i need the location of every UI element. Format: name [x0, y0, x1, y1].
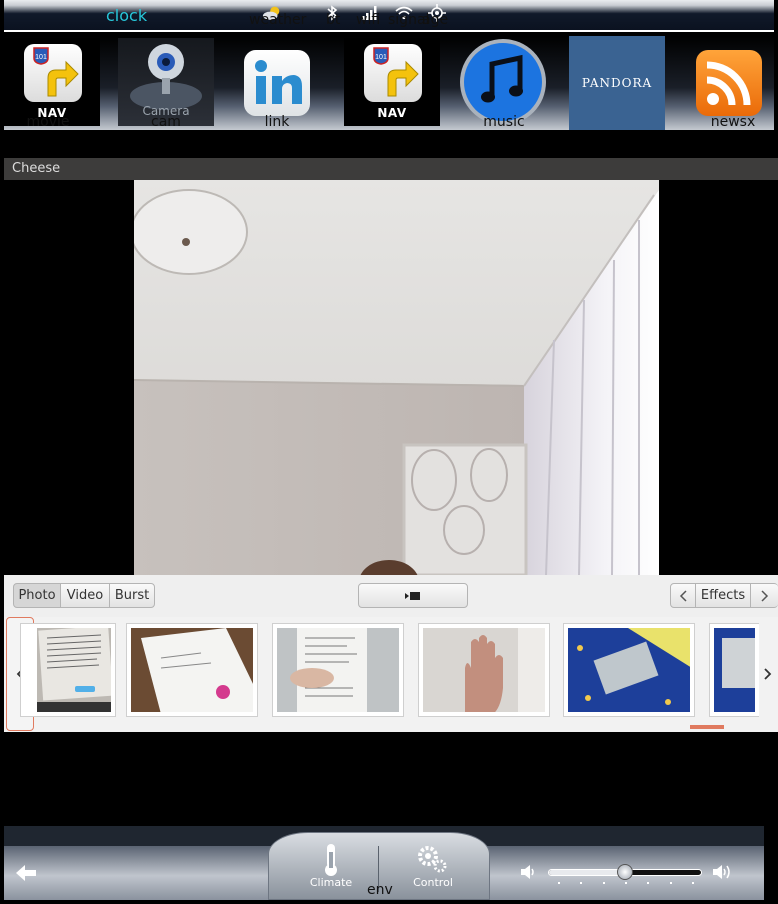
- take-photo-button[interactable]: [358, 583, 468, 608]
- volume-down-icon[interactable]: [520, 864, 536, 884]
- wifi-label: wifi: [356, 12, 381, 28]
- app-tile: 101 NAV: [344, 38, 440, 126]
- thumbnail-image: [714, 628, 755, 712]
- volume-fill: [549, 870, 626, 875]
- linkedin-icon: [244, 50, 310, 116]
- navigation-icon: 101: [24, 44, 82, 102]
- thumbnail-strip: [4, 617, 778, 732]
- back-button[interactable]: [14, 862, 40, 884]
- screen: clock weather bt wifi signal age 101 NAV…: [0, 0, 778, 904]
- thumbnail-item[interactable]: [418, 623, 550, 717]
- gps-label: age: [422, 12, 449, 28]
- app-nav-movie[interactable]: 101 NAV movie: [4, 38, 100, 130]
- app-pandora[interactable]: PANDORA: [569, 36, 665, 130]
- nav-tile-text: NAV: [377, 106, 407, 120]
- climate-button[interactable]: Climate: [300, 842, 362, 894]
- camera-shutter-icon: [405, 591, 420, 600]
- mode-photo-button[interactable]: Photo: [13, 583, 61, 608]
- volume-ticks: [548, 882, 704, 886]
- app-label-cam: cam: [151, 114, 181, 130]
- effects-prev-button[interactable]: [670, 583, 696, 608]
- window-title: Cheese: [12, 161, 61, 176]
- control-label: Control: [413, 876, 453, 889]
- bt-label: bt: [326, 12, 341, 28]
- app-tile: 101 NAV: [4, 38, 100, 126]
- climate-label: Climate: [309, 876, 353, 889]
- thumbnail-image: [277, 628, 399, 712]
- pandora-logo-text: PANDORA: [581, 76, 653, 90]
- weather-label: weather: [249, 12, 307, 28]
- thumbnail-image: [37, 628, 111, 712]
- thumbnail-image: [423, 628, 545, 712]
- app-linkedin[interactable]: link: [240, 38, 326, 130]
- thumbs-scroll-right-button[interactable]: [758, 617, 778, 731]
- thumbnail-item[interactable]: [126, 623, 258, 717]
- thumbnail-item[interactable]: [272, 623, 404, 717]
- thermometer-icon: [325, 844, 337, 876]
- effects-next-button[interactable]: [750, 583, 778, 608]
- mode-burst-button[interactable]: Burst: [109, 583, 155, 608]
- volume-knob[interactable]: [617, 864, 633, 880]
- control-button[interactable]: Control: [402, 842, 464, 894]
- app-nav[interactable]: 101 NAV: [344, 38, 440, 128]
- volume-up-icon[interactable]: [712, 863, 734, 885]
- app-label-music: music: [483, 114, 525, 130]
- capture-toolbar: Photo Video Burst Effects: [4, 575, 778, 617]
- app-camera[interactable]: Camera cam: [118, 38, 214, 130]
- thumbnail-item[interactable]: [20, 623, 116, 717]
- effects-button[interactable]: Effects: [695, 583, 751, 608]
- volume-slider[interactable]: [548, 864, 704, 880]
- mode-video-button[interactable]: Video: [60, 583, 110, 608]
- back-arrow-icon: [16, 865, 36, 881]
- camera-preview-image: [134, 180, 659, 575]
- thumbnail-image: [568, 628, 690, 712]
- app-launcher: 101 NAV movie Camera cam link 101 NAV mu…: [4, 36, 774, 130]
- svg-text:101: 101: [375, 54, 387, 61]
- app-news[interactable]: newsx: [694, 38, 772, 130]
- app-tile: Camera: [118, 38, 214, 126]
- status-bar: clock weather bt wifi signal age: [4, 0, 774, 32]
- app-label-link: link: [264, 114, 290, 130]
- app-music[interactable]: music: [458, 38, 550, 130]
- chevron-right-icon: [760, 589, 768, 602]
- thumbnail-item[interactable]: [563, 623, 695, 717]
- gears-icon: [418, 846, 447, 873]
- app-label-newsx: newsx: [710, 114, 756, 130]
- thumbnail-item[interactable]: [709, 623, 759, 717]
- navigation-icon: 101: [364, 44, 422, 102]
- chevron-left-icon: [679, 589, 687, 602]
- rss-icon: [696, 50, 762, 116]
- window-titlebar[interactable]: Cheese: [4, 158, 778, 180]
- thumbnail-image: [131, 628, 253, 712]
- env-label: env: [367, 882, 393, 898]
- camera-viewer: [4, 180, 778, 575]
- thumbs-scroll-indicator[interactable]: [690, 725, 724, 729]
- clock-text[interactable]: clock: [106, 6, 147, 25]
- app-label-movie: movie: [26, 114, 70, 130]
- svg-text:101: 101: [35, 54, 47, 61]
- chevron-right-icon: [764, 668, 772, 680]
